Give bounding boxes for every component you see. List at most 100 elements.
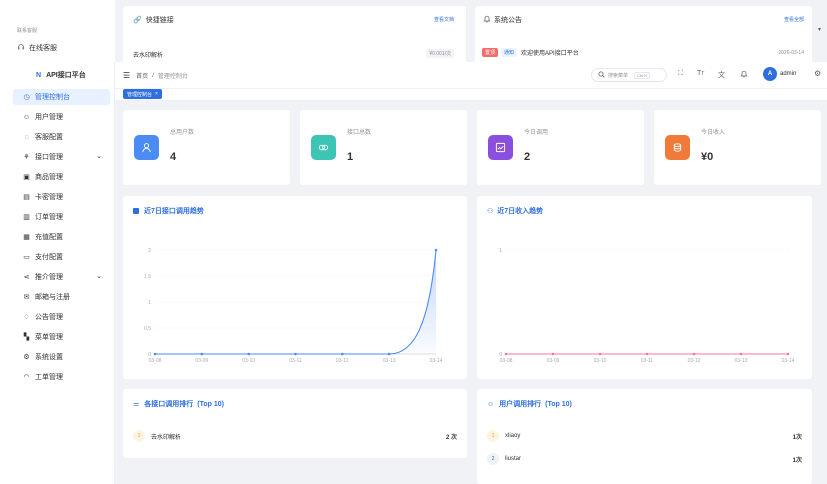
contact-panel: 联系客服 在线客服 <box>0 0 115 62</box>
data-point <box>247 352 250 356</box>
logo-icon: N <box>36 71 42 79</box>
sidebar-item-label: 管理控制台 <box>35 94 70 101</box>
chevron-down-icon[interactable]: ⌄ <box>96 272 102 280</box>
data-point <box>341 352 344 356</box>
calls-trend-chart: 0 0.5 1 1.5 2 03-08 03-09 03-10 03-11 03-12 03-13 0… <box>144 248 443 364</box>
fullscreen-icon[interactable]: ⛶ <box>678 70 683 78</box>
sidebar-item-13[interactable]: ⚙ 系统设置 <box>13 349 110 365</box>
translate-icon[interactable]: 文 <box>718 70 725 80</box>
ranking-row[interactable]: 1 xliaoy 1次 <box>487 429 802 443</box>
sidebar-item-9[interactable]: ⋖ 推介管理 ⌄ <box>13 269 110 285</box>
quick-link-item-price: ¥0.001/次 <box>426 49 454 58</box>
sidebar-item-label: 邮箱与注册 <box>35 294 70 301</box>
sidebar-item-label: 公告管理 <box>35 314 63 321</box>
payment-icon: ▭ <box>23 254 30 261</box>
search-shortcut: Ctrl K <box>634 71 651 79</box>
settings-gear-icon[interactable]: ⚙ <box>814 69 821 78</box>
sidebar-item-label: 支付配置 <box>35 254 63 261</box>
data-point <box>153 352 157 356</box>
sidebar-item-12[interactable]: ▚ 菜单管理 <box>13 329 110 345</box>
sidebar-item-label: 充值配置 <box>35 234 63 241</box>
breadcrumb-separator: / <box>152 72 154 79</box>
sidebar-item-label: 推介管理 <box>35 274 63 281</box>
search-placeholder: 搜索菜单 <box>608 72 629 79</box>
api-icon: ⚘ <box>23 154 30 161</box>
stat-card-0: 总用户数 4 <box>123 110 290 185</box>
x-tick-label: 03-11 <box>641 358 654 364</box>
sidebar-item-6[interactable]: ▥ 订单管理 <box>13 209 110 225</box>
view-docs-link[interactable]: 查看文档 <box>434 16 454 23</box>
y-tick-label: 2 <box>148 248 151 254</box>
sidebar-item-11[interactable]: ♢ 公告管理 <box>13 309 110 325</box>
rank-count: 1次 <box>792 434 802 441</box>
rank-badge: 1 <box>487 430 499 442</box>
ranking-row[interactable]: 2 liustar 1次 <box>487 452 802 466</box>
sidebar-item-10[interactable]: ✉ 邮箱与注册 <box>13 289 110 305</box>
bell-icon <box>483 15 491 25</box>
link-icon <box>311 135 336 160</box>
x-tick-label: 03-13 <box>735 358 748 364</box>
menu-fold-icon[interactable]: ☰ <box>123 71 130 80</box>
sidebar-item-14[interactable]: ◠ 工单管理 <box>13 369 110 385</box>
order-icon: ▥ <box>23 214 30 221</box>
sidebar-item-label: 订单管理 <box>35 214 63 221</box>
font-size-icon[interactable]: TT <box>697 70 704 77</box>
announcement-text: 欢迎使用API接口平台 <box>521 51 579 57</box>
sidebar-item-label: 用户管理 <box>35 114 63 121</box>
stat-value: 2 <box>524 151 531 163</box>
avatar: A <box>763 67 777 81</box>
y-tick-label: 1 <box>148 300 151 306</box>
sidebar-item-label: 接口管理 <box>35 154 63 161</box>
shop-icon: ▣ <box>23 174 30 181</box>
contact-label: 联系客服 <box>17 28 38 34</box>
chart-icon <box>133 208 139 214</box>
data-point <box>200 352 204 356</box>
view-all-announcements-link[interactable]: 查看全部 <box>784 16 804 23</box>
y-tick-label: 1 <box>499 248 502 254</box>
dashboard-icon: ◷ <box>23 94 30 101</box>
rank-badge: 2 <box>487 453 499 465</box>
sidebar-item-4[interactable]: ▣ 商品管理 <box>13 169 110 185</box>
announcement-item[interactable]: 置顶 通知 欢迎使用API接口平台 <box>482 48 579 57</box>
sidebar-item-8[interactable]: ▭ 支付配置 <box>13 249 110 265</box>
notification-bell-icon[interactable] <box>740 70 748 80</box>
scroll-down-arrow-icon[interactable]: ▾ <box>818 26 821 33</box>
sidebar: N API接口平台 ◷ 管理控制台 ☺ 用户管理 ◌ 客服配置 ⚘ 接口管理 ⌄ ▣ 商品管理 ▤ 卡密… <box>0 62 115 484</box>
menu-search-input[interactable]: 搜索菜单 Ctrl K <box>591 68 667 82</box>
sidebar-item-1[interactable]: ☺ 用户管理 <box>13 109 110 125</box>
chevron-down-icon[interactable]: ⌄ <box>96 152 102 160</box>
quick-link-item-name[interactable]: 去水印解析 <box>133 50 163 59</box>
breadcrumb-home[interactable]: 首页 <box>136 71 148 80</box>
share-icon: ⋖ <box>23 274 30 281</box>
user-menu[interactable]: A admin <box>763 67 796 81</box>
tag-dashboard[interactable]: 管理控制台 × <box>123 89 162 99</box>
stat-label: 今日调用 <box>524 130 549 136</box>
ranking-row[interactable]: 1 去水印解析 2 次 <box>133 429 457 443</box>
sidebar-item-5[interactable]: ▤ 卡密管理 <box>13 189 110 205</box>
rank-name: xliaoy <box>505 433 521 439</box>
x-tick-label: 03-10 <box>242 358 255 364</box>
user-icon: ☺ <box>487 400 495 408</box>
online-service-link[interactable]: 在线客服 <box>17 43 57 53</box>
recharge-icon: ▦ <box>23 234 30 241</box>
x-tick-label: 03-09 <box>195 358 208 364</box>
rank-count: 2 次 <box>445 434 457 441</box>
api-ranking-title: ⚌ 各接口调用排行 (Top 10) <box>133 400 224 409</box>
api-ranking-card: ⚌ 各接口调用排行 (Top 10) 1 去水印解析 2 次 <box>123 389 467 458</box>
breadcrumb-current: 管理控制台 <box>157 74 188 80</box>
sidebar-item-2[interactable]: ◌ 客服配置 <box>13 129 110 145</box>
calls-trend-card: 近7日接口调用趋势 0 0.5 1 1.5 2 03-08 03-09 03-10 03-11 0… <box>123 196 467 379</box>
sidebar-item-label: 菜单管理 <box>35 334 63 341</box>
stat-card-2: 今日调用 2 <box>477 110 644 185</box>
stat-label: 总用户数 <box>170 130 195 136</box>
x-tick-label: 03-11 <box>289 358 302 364</box>
username: admin <box>780 71 797 77</box>
sidebar-item-3[interactable]: ⚘ 接口管理 ⌄ <box>13 149 110 165</box>
tags-view-bar: 管理控制台 × <box>115 89 827 101</box>
tag-close-icon[interactable]: × <box>155 91 158 97</box>
sidebar-logo[interactable]: N API接口平台 <box>36 70 86 80</box>
sidebar-item-0[interactable]: ◷ 管理控制台 <box>13 89 110 105</box>
rank-count: 1次 <box>792 457 802 464</box>
sidebar-item-7[interactable]: ▦ 充值配置 <box>13 229 110 245</box>
user-icon: ☺ <box>22 113 31 121</box>
